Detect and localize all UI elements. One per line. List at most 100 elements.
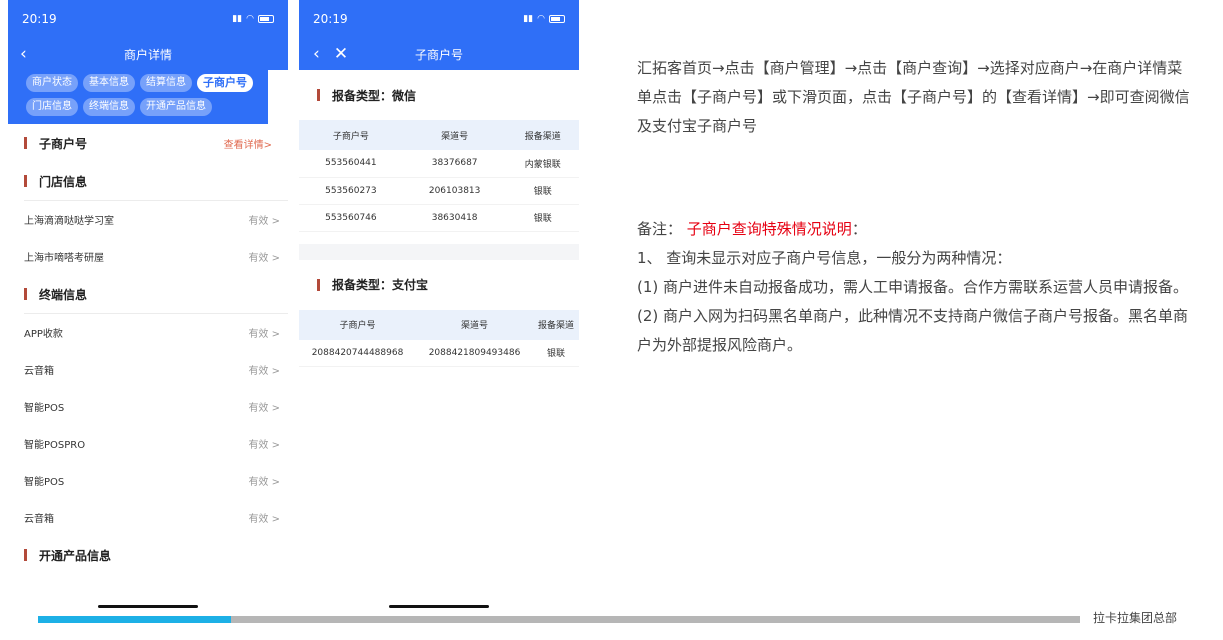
- notes-label: 备注：: [637, 220, 683, 238]
- section-marker: [24, 175, 27, 187]
- section-marker: [317, 89, 320, 101]
- terminal-section: 终端信息: [8, 275, 288, 313]
- slide: 20:19 ▮▮ ◠ ‹ 商户详情 商户状态 基本信息 结算信息 子商户号 门店…: [0, 0, 1223, 640]
- column-header: 渠道号: [416, 309, 533, 340]
- store-name: 上海市嘀嗒考研屋: [24, 253, 104, 264]
- products-section: 开通产品信息: [8, 536, 288, 574]
- store-name: 上海滴滴哒哒学习室: [24, 216, 114, 227]
- tab-sub-merchant-no[interactable]: 子商户号: [197, 74, 253, 92]
- section-title: 报备类型：微信: [332, 88, 417, 103]
- section-title: 门店信息: [39, 174, 88, 189]
- list-item[interactable]: 智能POS 有效 >: [8, 388, 288, 425]
- section-title: 子商户号: [39, 136, 88, 151]
- sub-merchant-screen: 20:19 ▮▮ ◠ ‹ ✕ 子商户号 报备类型：微信 子商户号 渠道号 报备渠…: [299, 0, 579, 612]
- status-label: 有效 >: [248, 366, 280, 377]
- section-marker: [24, 288, 27, 300]
- table-cell: 内蒙银联: [506, 150, 579, 178]
- status-bar: 20:19 ▮▮ ◠: [8, 0, 288, 38]
- battery-icon: [258, 15, 274, 23]
- table-cell: 38630418: [402, 204, 507, 232]
- alipay-table: 子商户号 渠道号 报备渠道 2088420744488968 208842180…: [299, 309, 579, 367]
- list-item[interactable]: 云音箱 有效 >: [8, 499, 288, 536]
- status-label: 有效 >: [248, 329, 280, 340]
- footer-progress-fill: [38, 616, 231, 623]
- section-title: 终端信息: [39, 287, 88, 302]
- home-indicator: [98, 605, 198, 608]
- page-title: 商户详情: [123, 47, 172, 62]
- status-label: 有效 >: [248, 216, 280, 227]
- footer-label: 拉卡拉集团总部: [1093, 611, 1178, 625]
- home-indicator: [389, 605, 489, 608]
- status-label: 有效 >: [248, 440, 280, 451]
- list-item[interactable]: 智能POSPRO 有效 >: [8, 425, 288, 462]
- notes-highlight: 子商户查询特殊情况说明: [686, 220, 852, 238]
- instructions-text: 汇拓客首页→点击【商户管理】→点击【商户查询】→选择对应商户→在商户详情菜单点击…: [637, 59, 1190, 135]
- chevron-left-icon[interactable]: ‹: [299, 45, 320, 63]
- section-gap: [299, 243, 579, 260]
- nav-bar: ‹ 商户详情: [8, 38, 288, 70]
- footer-progress-bar: [38, 616, 1080, 623]
- table-cell: 银联: [506, 204, 579, 232]
- table-cell: 38376687: [402, 150, 507, 178]
- list-item[interactable]: APP收款 有效 >: [8, 314, 288, 351]
- list-item[interactable]: 上海市嘀嗒考研屋 有效 >: [8, 238, 288, 275]
- list-item[interactable]: 云音箱 有效 >: [8, 351, 288, 388]
- status-icons: ▮▮ ◠: [232, 14, 274, 24]
- table-cell: 2088420744488968: [299, 339, 416, 367]
- status-time: 20:19: [313, 12, 348, 26]
- tab-terminal-info[interactable]: 终端信息: [83, 98, 135, 116]
- column-header: 报备渠道: [506, 120, 579, 150]
- column-header: 子商户号: [299, 309, 416, 340]
- status-label: 有效 >: [248, 253, 280, 264]
- sub-merchant-section: 子商户号 查看详情>: [8, 124, 288, 162]
- notes-colon: ：: [851, 220, 867, 238]
- terminal-name: 云音箱: [24, 514, 54, 525]
- column-header: 子商户号: [299, 120, 403, 150]
- list-item[interactable]: 智能POS 有效 >: [8, 462, 288, 499]
- status-icons: ▮▮ ◠: [523, 14, 565, 24]
- section-title: 开通产品信息: [39, 548, 112, 563]
- terminal-name: 智能POSPRO: [24, 440, 86, 451]
- tab-merchant-status[interactable]: 商户状态: [26, 74, 78, 92]
- nav-bar: ‹ ✕ 子商户号: [299, 38, 579, 70]
- notes-line: (1) 商户进件未自动报备成功，需人工申请报备。合作方需联系运营人员申请报备。: [637, 278, 1189, 296]
- list-item[interactable]: 上海滴滴哒哒学习室 有效 >: [8, 201, 288, 238]
- terminal-name: APP收款: [24, 329, 63, 340]
- tab-store-info[interactable]: 门店信息: [26, 98, 78, 116]
- status-label: 有效 >: [248, 514, 280, 525]
- section-tabs: 商户状态 基本信息 结算信息 子商户号 门店信息 终端信息 开通产品信息: [8, 68, 268, 124]
- terminal-name: 云音箱: [24, 366, 54, 377]
- table-row: 553560746 38630418 银联: [299, 204, 579, 232]
- status-time: 20:19: [22, 12, 57, 26]
- tab-basic-info[interactable]: 基本信息: [83, 74, 135, 92]
- chevron-left-icon[interactable]: ‹: [8, 45, 27, 63]
- status-bar: 20:19 ▮▮ ◠: [299, 0, 579, 38]
- section-marker: [317, 278, 320, 291]
- column-header: 报备渠道: [533, 309, 579, 340]
- status-label: 有效 >: [248, 403, 280, 414]
- wechat-table: 子商户号 渠道号 报备渠道 553560441 38376687 内蒙银联 55…: [299, 120, 579, 232]
- tab-product-info[interactable]: 开通产品信息: [140, 98, 212, 116]
- table-cell: 553560441: [299, 150, 403, 178]
- table-cell: 553560273: [299, 177, 403, 205]
- table-header: 子商户号 渠道号 报备渠道: [299, 309, 579, 340]
- terminal-name: 智能POS: [24, 477, 65, 488]
- status-label: 有效 >: [248, 477, 280, 488]
- table-cell: 银联: [533, 339, 579, 367]
- notes-line: (2) 商户入网为扫码黑名单商户，此种情况不支持商户微信子商户号报备。黑名单商户…: [637, 307, 1189, 354]
- signal-icon: ▮▮: [232, 14, 243, 24]
- signal-icon: ▮▮: [523, 14, 534, 24]
- table-cell: 553560746: [299, 204, 403, 232]
- table-cell: 2088421809493486: [416, 339, 533, 367]
- notes-block: 备注： 子商户查询特殊情况说明： 1、 查询未显示对应子商户号信息，一般分为两种…: [637, 215, 1197, 360]
- table-cell: 206103813: [402, 177, 507, 205]
- notes-line: 1、 查询未显示对应子商户号信息，一般分为两种情况：: [637, 249, 1012, 267]
- section-title: 报备类型：支付宝: [332, 278, 429, 292]
- section-marker: [24, 137, 27, 149]
- tab-settlement-info[interactable]: 结算信息: [140, 74, 192, 92]
- report-type-alipay: 报备类型：支付宝: [299, 260, 579, 310]
- close-icon[interactable]: ✕: [320, 45, 348, 63]
- report-type-wechat: 报备类型：微信: [299, 70, 579, 120]
- terminal-name: 智能POS: [24, 403, 65, 414]
- view-details-link[interactable]: 查看详情>: [224, 136, 272, 151]
